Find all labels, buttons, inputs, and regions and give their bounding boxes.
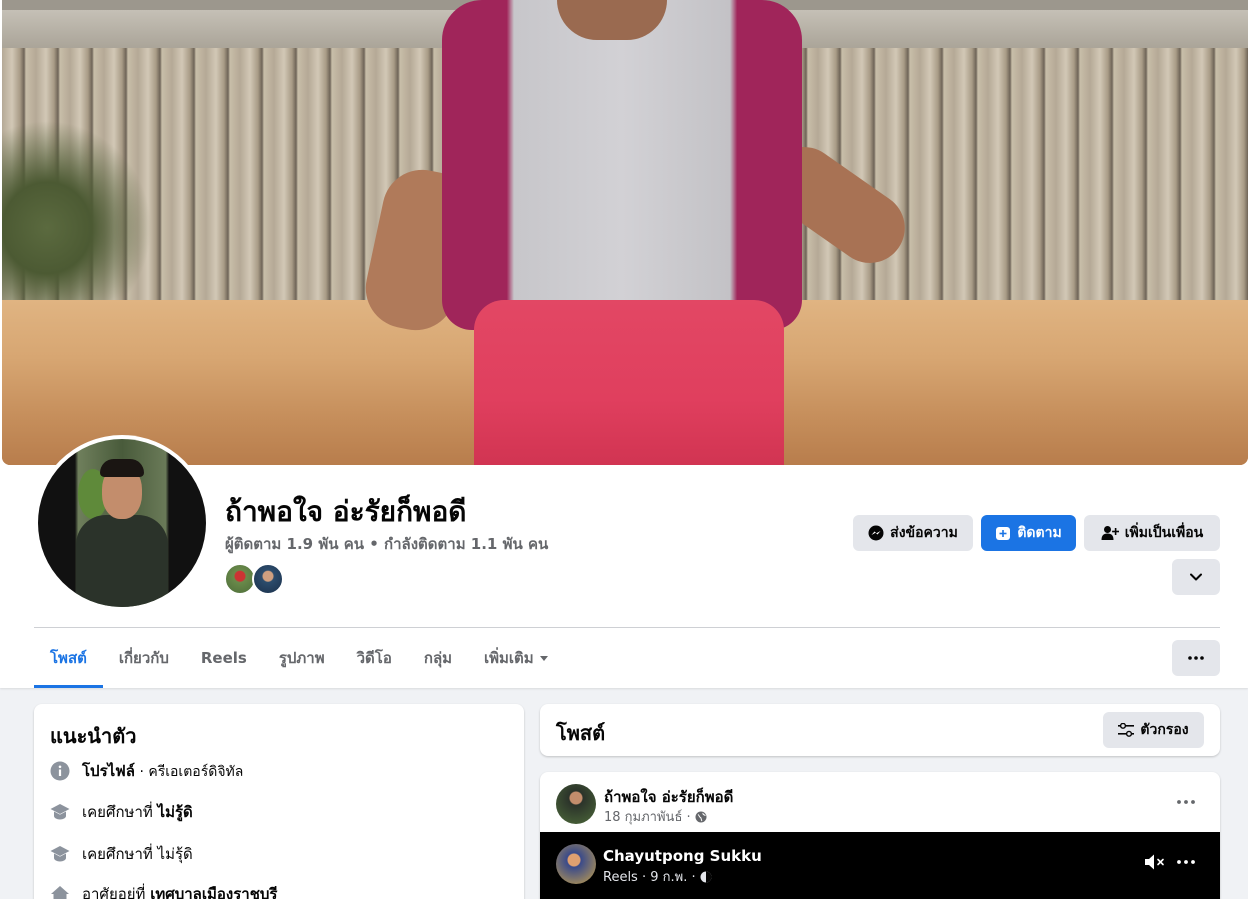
more-horizontal-icon [1177,860,1195,864]
globe-icon [695,811,707,822]
intro-profile-category: · ครีเอเตอร์ดิจิทัล [135,764,244,780]
intro-card: แนะนำตัว โปรไฟล์ · ครีเอเตอร์ดิจิทัล เคย… [34,704,524,899]
post-options-button[interactable] [1170,788,1202,816]
intro-education-school[interactable]: ไม่รู้ดิ [158,803,193,821]
intro-row-text: เคยศึกษาที่ ไม่รุ้ดิ [82,842,193,866]
tab-about[interactable]: เกี่ยวกับ [103,628,185,688]
post-meta: 18 กุมภาพันธ์ · [604,806,707,827]
reel-date[interactable]: Reels · 9 ก.พ. · [603,866,696,887]
tab-more[interactable]: เพิ่มเติม [468,628,564,688]
intro-residence-place[interactable]: เทศบาลเมืองราชบุรี [150,885,277,899]
mutual-friends [224,563,294,595]
tab-label: รูปภาพ [278,649,325,667]
follow-button[interactable]: ติดตาม [981,515,1076,551]
cover-child-shorts [474,300,784,465]
shared-reel[interactable]: Chayutpong Sukku Reels · 9 ก.พ. · [540,832,1220,899]
reel-meta: Reels · 9 ก.พ. · [603,866,712,887]
messenger-icon [868,525,884,541]
add-friend-button[interactable]: เพิ่มเป็นเพื่อน [1084,515,1220,551]
follow-icon [996,527,1011,540]
profile-picture[interactable] [34,435,210,611]
mute-button[interactable] [1142,850,1168,874]
profile-tabs: โพสต์ เกี่ยวกับ Reels รูปภาพ วิดีโอ กลุ่… [34,628,564,688]
expand-button[interactable] [1172,559,1220,595]
info-icon [50,761,70,781]
add-friend-icon [1101,526,1119,540]
tab-photos[interactable]: รูปภาพ [263,628,341,688]
tab-label: โพสต์ [50,649,87,667]
reel-author-name[interactable]: Chayutpong Sukku [603,847,762,865]
post-date[interactable]: 18 กุมภาพันธ์ · [604,806,691,827]
tab-posts[interactable]: โพสต์ [34,628,103,688]
friends-globe-icon [700,871,712,882]
cover-photo[interactable] [2,0,1248,465]
intro-row-text: อาศัยอยู่ที่ เทศบาลเมืองราชบุรี [82,882,277,899]
intro-residence-prefix: อาศัยอยู่ที่ [82,885,151,899]
caret-down-icon [539,655,548,661]
follow-button-label: ติดตาม [1017,525,1062,541]
reel-options-button[interactable] [1172,850,1200,874]
avatar-hair [100,459,144,477]
message-button[interactable]: ส่งข้อความ [853,515,973,551]
intro-profile-label: โปรไฟล์ [82,762,135,780]
chevron-down-icon [1190,573,1202,581]
tab-videos[interactable]: วิดีโอ [341,628,408,688]
intro-education-prefix: เคยศึกษาที่ [82,845,158,863]
add-friend-button-label: เพิ่มเป็นเพื่อน [1124,525,1204,541]
intro-education-school: ไม่รุ้ดิ [157,845,193,863]
posts-header-card: โพสต์ ตัวกรอง [540,704,1220,756]
friend-avatar[interactable] [252,563,284,595]
post-card: ถ้าพอใจ อ่ะรัยก็พอดี 18 กุมภาพันธ์ · Cha… [540,772,1220,899]
cover-child-shirt [442,0,802,330]
posts-title: โพสต์ [556,721,606,745]
tab-label: Reels [200,649,247,667]
graduation-cap-icon [50,802,70,822]
post-author-avatar[interactable] [556,784,596,824]
intro-row-text: เคยศึกษาที่ ไม่รู้ดิ [82,800,193,824]
tab-label: กลุ่ม [423,649,453,667]
profile-name: ถ้าพอใจ อ่ะรัยก็พอดี [225,495,467,528]
tab-groups[interactable]: กลุ่ม [408,628,468,688]
avatar-body [76,515,168,607]
cover-plant [2,120,152,300]
message-button-label: ส่งข้อความ [890,525,958,541]
intro-row-text: โปรไฟล์ · ครีเอเตอร์ดิจิทัล [82,759,243,783]
follower-stats[interactable]: ผู้ติดตาม 1.9 พัน คน • กำลังติดตาม 1.1 พ… [225,532,548,556]
intro-row-profile: โปรไฟล์ · ครีเอเตอร์ดิจิทัล [50,759,243,783]
more-horizontal-icon [1177,800,1195,804]
tab-label: เพิ่มเติม [484,649,534,667]
tab-reels[interactable]: Reels [185,628,263,688]
intro-row-education: เคยศึกษาที่ ไม่รู้ดิ [50,800,193,824]
tab-label: เกี่ยวกับ [118,649,169,667]
more-horizontal-icon [1188,656,1204,660]
speaker-muted-icon [1145,854,1164,870]
profile-options-button[interactable] [1172,640,1220,676]
avatar [38,439,206,607]
tab-label: วิดีโอ [356,649,392,667]
intro-row-residence: อาศัยอยู่ที่ เทศบาลเมืองราชบุรี [50,882,277,899]
filter-button-label: ตัวกรอง [1140,722,1189,738]
intro-title: แนะนำตัว [50,724,137,748]
filter-icon [1118,723,1135,737]
graduation-cap-icon [50,844,70,864]
intro-education-prefix: เคยศึกษาที่ [82,803,158,821]
home-icon [50,884,70,899]
reel-author-avatar[interactable] [556,844,596,884]
filter-button[interactable]: ตัวกรอง [1103,712,1204,748]
intro-row-education: เคยศึกษาที่ ไม่รุ้ดิ [50,842,193,866]
